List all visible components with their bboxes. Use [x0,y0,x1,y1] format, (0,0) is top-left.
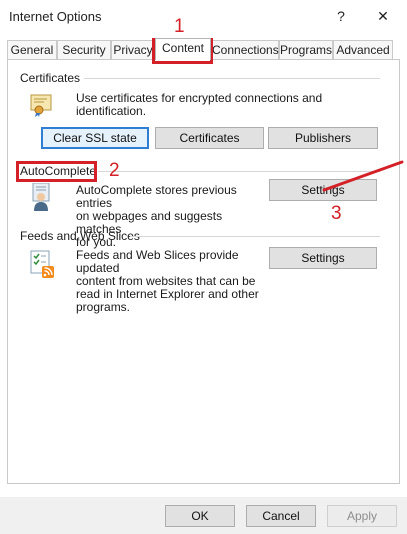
autocomplete-line-1: AutoComplete stores previous entries [76,183,237,210]
annotation-arrow-stroke [320,158,406,194]
tab-advanced[interactable]: Advanced [333,40,393,59]
feeds-icon [30,250,56,280]
feeds-heading: Feeds and Web Slices [20,229,140,243]
annotation-number-1: 1 [174,16,185,37]
feeds-line-1: Feeds and Web Slices provide updated [76,248,239,275]
annotation-number-2: 2 [109,160,120,181]
autocomplete-icon [31,182,55,213]
tab-security[interactable]: Security [57,40,111,59]
tab-content[interactable]: Content [155,38,211,60]
window-title: Internet Options [9,9,102,24]
certificates-divider [84,78,380,79]
tab-privacy[interactable]: Privacy [111,40,155,59]
feeds-divider [130,236,380,237]
feeds-settings-button[interactable]: Settings [269,247,377,269]
certificate-icon [30,94,52,118]
certificates-button[interactable]: Certificates [155,127,264,149]
annotation-box-autocomplete [16,161,97,182]
close-button[interactable]: ✕ [370,4,396,28]
clear-ssl-state-button[interactable]: Clear SSL state [41,127,149,149]
cancel-button[interactable]: Cancel [246,505,316,527]
tab-programs[interactable]: Programs [279,40,333,59]
certificates-heading: Certificates [20,71,81,85]
help-button[interactable]: ? [328,4,354,28]
tab-general[interactable]: General [7,40,57,59]
feeds-description: Feeds and Web Slices provide updated con… [76,249,271,314]
tab-strip: General Security Privacy Content Connect… [7,38,401,60]
apply-button[interactable]: Apply [327,505,397,527]
publishers-button[interactable]: Publishers [268,127,378,149]
annotation-number-3: 3 [331,203,342,224]
feeds-line-4: programs. [76,300,131,314]
ok-button[interactable]: OK [165,505,235,527]
tab-connections[interactable]: Connections [211,40,279,59]
certificates-description: Use certificates for encrypted connectio… [76,91,323,118]
